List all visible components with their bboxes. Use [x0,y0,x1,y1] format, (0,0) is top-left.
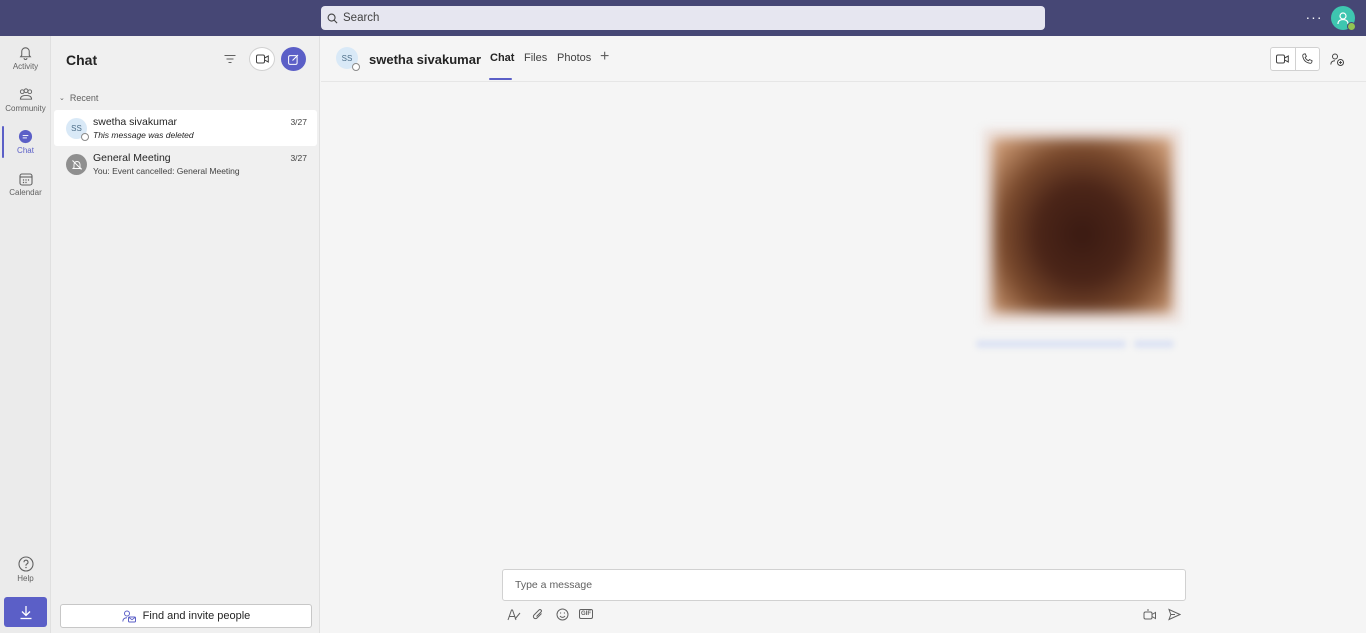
presence-status-dot [81,133,89,141]
paperclip-icon [532,608,542,619]
avatar: SS [66,118,89,141]
rail-label: Help [17,573,34,583]
add-tab-button[interactable]: + [600,49,609,65]
blurred-photo [992,138,1172,313]
active-tab-indicator [489,78,512,80]
rail-label: Activity [12,62,39,71]
rail-label: Chat [17,146,34,155]
tab-photos[interactable]: Photos [557,52,591,64]
download-app-button[interactable] [4,597,47,627]
search-placeholder: Search [343,12,380,24]
filter-icon [224,55,236,63]
audio-call-button[interactable] [1294,48,1319,70]
invite-people-icon [121,610,136,622]
blurred-caption [976,340,1126,348]
more-options-button[interactable]: ··· [1304,9,1324,27]
calendar-icon [18,172,33,186]
chat-preview: You: Event cancelled: General Meeting [93,166,240,176]
rail-item-chat[interactable]: Chat [0,122,51,162]
video-camera-icon [255,54,269,64]
download-icon [20,605,31,619]
chat-name: General Meeting [93,152,171,164]
blurred-message[interactable] [976,116,1206,366]
presence-status-dot [1347,22,1356,31]
message-input[interactable] [503,570,1185,600]
recent-section-header[interactable]: ⌄ Recent [59,93,98,103]
format-pen-icon [507,609,521,620]
rail-item-calendar[interactable]: Calendar [0,164,51,204]
conversation-header: SS swetha sivakumar Chat Files Photos + [321,36,1366,82]
chat-icon [18,129,33,144]
add-people-icon [1330,53,1344,66]
format-button[interactable] [506,606,522,622]
tab-chat[interactable]: Chat [490,52,514,64]
new-chat-button[interactable] [281,47,306,71]
tab-files[interactable]: Files [524,52,547,64]
conversation-pane: SS swetha sivakumar Chat Files Photos + [321,36,1366,633]
avatar-initials: SS [341,53,353,63]
chat-list-item[interactable]: General Meeting You: Event cancelled: Ge… [54,146,317,182]
chat-date: 3/27 [290,117,307,127]
panel-title: Chat [66,52,98,68]
loop-icon [1143,609,1156,619]
avatar-initials: SS [71,124,82,133]
conversation-title: swetha sivakumar [369,52,482,67]
find-invite-people-button[interactable]: Find and invite people [60,604,312,628]
profile-avatar[interactable] [1331,6,1356,31]
blurred-timestamp [1134,340,1174,348]
gif-button[interactable]: GIF [578,606,594,622]
rail-item-help[interactable]: Help [0,549,51,589]
chat-name: swetha sivakumar [93,116,178,128]
send-button[interactable] [1166,606,1182,622]
chat-list-item[interactable]: SS swetha sivakumar This message was del… [54,110,317,146]
chat-date: 3/27 [290,153,307,163]
chevron-down-icon: ⌄ [59,95,65,102]
emoji-icon [556,608,568,620]
send-icon [1167,608,1181,620]
meet-now-button[interactable] [249,47,275,71]
filter-button[interactable] [221,52,239,66]
chat-list-panel: Chat ⌄ Recent SS swetha sivakumar This m… [51,36,320,633]
message-compose-box[interactable] [502,569,1186,601]
emoji-button[interactable] [554,606,570,622]
attach-button[interactable] [530,606,546,622]
search-box[interactable]: Search [321,6,1045,30]
compose-icon [288,54,299,65]
presence-status-dot [352,63,360,71]
app-rail: Activity Community Chat Calendar Help [0,36,51,633]
help-icon [17,555,34,572]
add-people-button[interactable] [1329,51,1345,67]
rail-item-community[interactable]: Community [0,80,51,120]
video-call-button[interactable] [1271,48,1295,70]
phone-icon [1302,53,1314,64]
top-bar: Search ··· [0,0,1366,36]
rail-label: Calendar [9,187,42,197]
rail-item-activity[interactable]: Activity [0,38,51,78]
invite-label: Find and invite people [142,610,251,622]
section-label: Recent [69,93,99,103]
loop-component-button[interactable] [1142,606,1158,622]
video-camera-icon [1276,54,1290,64]
rail-label: Community [5,104,46,113]
chat-preview: This message was deleted [93,130,194,140]
gif-icon: GIF [579,609,593,619]
muted-bell-icon [71,159,82,170]
avatar [66,154,87,175]
call-button-group [1270,47,1320,71]
avatar[interactable]: SS [336,47,360,71]
search-icon [327,13,338,23]
bell-icon [19,47,32,60]
community-icon [19,88,32,100]
